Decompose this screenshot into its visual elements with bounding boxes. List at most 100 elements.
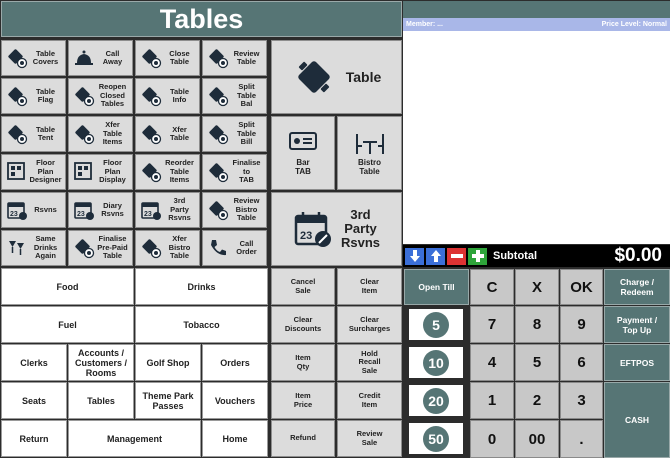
category-button[interactable]: Theme Park Passes — [135, 382, 201, 419]
numpad-key[interactable]: 3 — [560, 382, 603, 419]
numpad-key[interactable]: . — [560, 420, 603, 458]
payment-topup-label: Payment / Top Up — [616, 314, 658, 335]
table-btn-transfer-items[interactable]: Xfer Table Items — [68, 116, 133, 152]
cash-note-5-button[interactable]: 5 — [409, 309, 463, 340]
scroll-up-button[interactable] — [426, 247, 445, 265]
table-btn-table-flag[interactable]: Table Flag — [1, 78, 66, 114]
table-btn-floor-plan-display[interactable]: Floor Plan Display — [68, 154, 133, 190]
table-btn-table-covers[interactable]: Table Covers — [1, 40, 66, 76]
cash-note-10-button[interactable]: 10 — [409, 347, 463, 378]
table-btn-table-info[interactable]: Table Info — [135, 78, 200, 114]
table-btn-split-bill[interactable]: Split Table Bill — [202, 116, 267, 152]
category-button[interactable]: Vouchers — [202, 382, 268, 419]
table-btn-split-balance[interactable]: Split Table Bal — [202, 78, 267, 114]
bar-tab-button[interactable]: Bar TAB — [271, 116, 335, 190]
table-btn-label: Split Table Bill — [236, 120, 257, 147]
third-party-rsvns-button[interactable]: 23 3rd Party Rsvns — [271, 192, 402, 266]
ok-key[interactable]: OK — [560, 269, 603, 305]
cash-note-value: 20 — [428, 392, 444, 409]
scroll-down-button[interactable] — [405, 247, 424, 265]
function-button[interactable]: Hold Recall Sale — [337, 344, 402, 381]
table-btn-reorder-items[interactable]: Reorder Table Items — [135, 154, 200, 190]
cash-note-50-button[interactable]: 50 — [409, 423, 463, 454]
function-button[interactable]: Cancel Sale — [271, 268, 335, 305]
diary-icon: 23 — [73, 199, 95, 221]
category-button[interactable]: Golf Shop — [135, 344, 201, 381]
third-party-rsvns-label: 3rd Party Rsvns — [340, 207, 381, 250]
category-button[interactable]: Food — [1, 268, 134, 305]
category-label: Tobacco — [183, 319, 220, 330]
table-btn-reopen-table[interactable]: Reopen Closed Tables — [68, 78, 133, 114]
function-button[interactable]: Item Qty — [271, 344, 335, 381]
table-btn-drinks[interactable]: Same Drinks Again — [1, 230, 66, 266]
table-btn-calendar[interactable]: 23 Rsvns — [1, 192, 66, 228]
numpad-key[interactable]: 9 — [560, 306, 603, 343]
category-button[interactable]: Tobacco — [135, 306, 268, 343]
eftpos-button[interactable]: EFTPOS — [604, 344, 670, 381]
category-button[interactable]: Accounts / Customers / Rooms — [68, 344, 134, 381]
table-btn-finalise-tab[interactable]: Finalise to TAB — [202, 154, 267, 190]
numpad-key[interactable]: 4 — [470, 344, 514, 381]
charge-redeem-button[interactable]: Charge / Redeem — [604, 269, 670, 305]
category-button[interactable]: Clerks — [1, 344, 67, 381]
cancel-key-label: X — [531, 278, 542, 296]
function-button[interactable]: Credit Item — [337, 382, 402, 419]
numpad-key[interactable]: 5 — [515, 344, 559, 381]
table-btn-label: Call Away — [102, 48, 123, 66]
transfer-bistro-icon — [140, 237, 162, 259]
numpad-key[interactable]: 7 — [470, 306, 514, 343]
table-btn-label: Table Covers — [32, 48, 59, 66]
subtotal-bar: Subtotal $0.00 — [403, 245, 670, 267]
category-button[interactable]: Fuel — [1, 306, 134, 343]
table-btn-label: Xfer Table — [169, 124, 190, 142]
table-btn-transfer-bistro[interactable]: Xfer Bistro Table — [135, 230, 200, 266]
table-btn-close-table[interactable]: Close Table — [135, 40, 200, 76]
category-button[interactable]: Tables — [68, 382, 134, 419]
cancel-key[interactable]: X — [515, 269, 559, 305]
category-button[interactable]: Management — [68, 420, 201, 457]
category-label: Seats — [21, 395, 47, 406]
table-btn-floor-plan-designer[interactable]: Floor Plan Designer — [1, 154, 66, 190]
category-button[interactable]: Return — [1, 420, 67, 457]
numpad-key[interactable]: 6 — [560, 344, 603, 381]
table-btn-calendar[interactable]: 23 3rd Party Rsvns — [135, 192, 200, 228]
numpad-key[interactable]: 0 — [470, 420, 514, 458]
function-button[interactable]: Clear Item — [337, 268, 402, 305]
bistro-table-button[interactable]: Bistro Table — [337, 116, 402, 190]
table-btn-diary[interactable]: 23 Diary Rsvns — [68, 192, 133, 228]
function-button[interactable]: Review Sale — [337, 420, 402, 457]
function-button[interactable]: Clear Surcharges — [337, 306, 402, 343]
table-btn-label: Diary Rsvns — [101, 200, 124, 218]
numpad-key[interactable]: 2 — [515, 382, 559, 419]
numpad-key[interactable]: 8 — [515, 306, 559, 343]
table-btn-review-table[interactable]: Review Table — [202, 40, 267, 76]
function-button[interactable]: Refund — [271, 420, 335, 457]
bar-tab-label: Bar TAB — [295, 158, 311, 176]
payment-topup-button[interactable]: Payment / Top Up — [604, 306, 670, 343]
category-button[interactable]: Orders — [202, 344, 268, 381]
add-item-button[interactable] — [468, 247, 487, 265]
table-btn-table-tent[interactable]: Table Tent — [1, 116, 66, 152]
table-btn-transfer-table[interactable]: Xfer Table — [135, 116, 200, 152]
table-button[interactable]: Table — [271, 40, 402, 114]
function-button[interactable]: Item Price — [271, 382, 335, 419]
table-btn-bell[interactable]: Call Away — [68, 40, 133, 76]
remove-item-button[interactable] — [447, 247, 466, 265]
numpad-key-label: 3 — [577, 392, 586, 409]
table-btn-prepaid[interactable]: Finalise Pre-Paid Table — [68, 230, 133, 266]
open-till-button[interactable]: Open Till — [404, 269, 469, 305]
category-button[interactable]: Home — [202, 420, 268, 457]
function-button[interactable]: Clear Discounts — [271, 306, 335, 343]
category-label: Drinks — [187, 281, 216, 292]
numpad-key[interactable]: 1 — [470, 382, 514, 419]
cash-button[interactable]: CASH — [604, 382, 670, 458]
category-button[interactable]: Seats — [1, 382, 67, 419]
cash-note-20-button[interactable]: 20 — [409, 385, 463, 416]
category-label: Accounts / Customers / Rooms — [74, 347, 127, 378]
clear-key[interactable]: C — [470, 269, 514, 305]
category-button[interactable]: Drinks — [135, 268, 268, 305]
numpad-key[interactable]: 00 — [515, 420, 559, 458]
table-btn-review-bistro[interactable]: Review Bistro Table — [202, 192, 267, 228]
table-btn-label: Call Order — [236, 238, 257, 256]
table-btn-phone[interactable]: Call Order — [202, 230, 267, 266]
